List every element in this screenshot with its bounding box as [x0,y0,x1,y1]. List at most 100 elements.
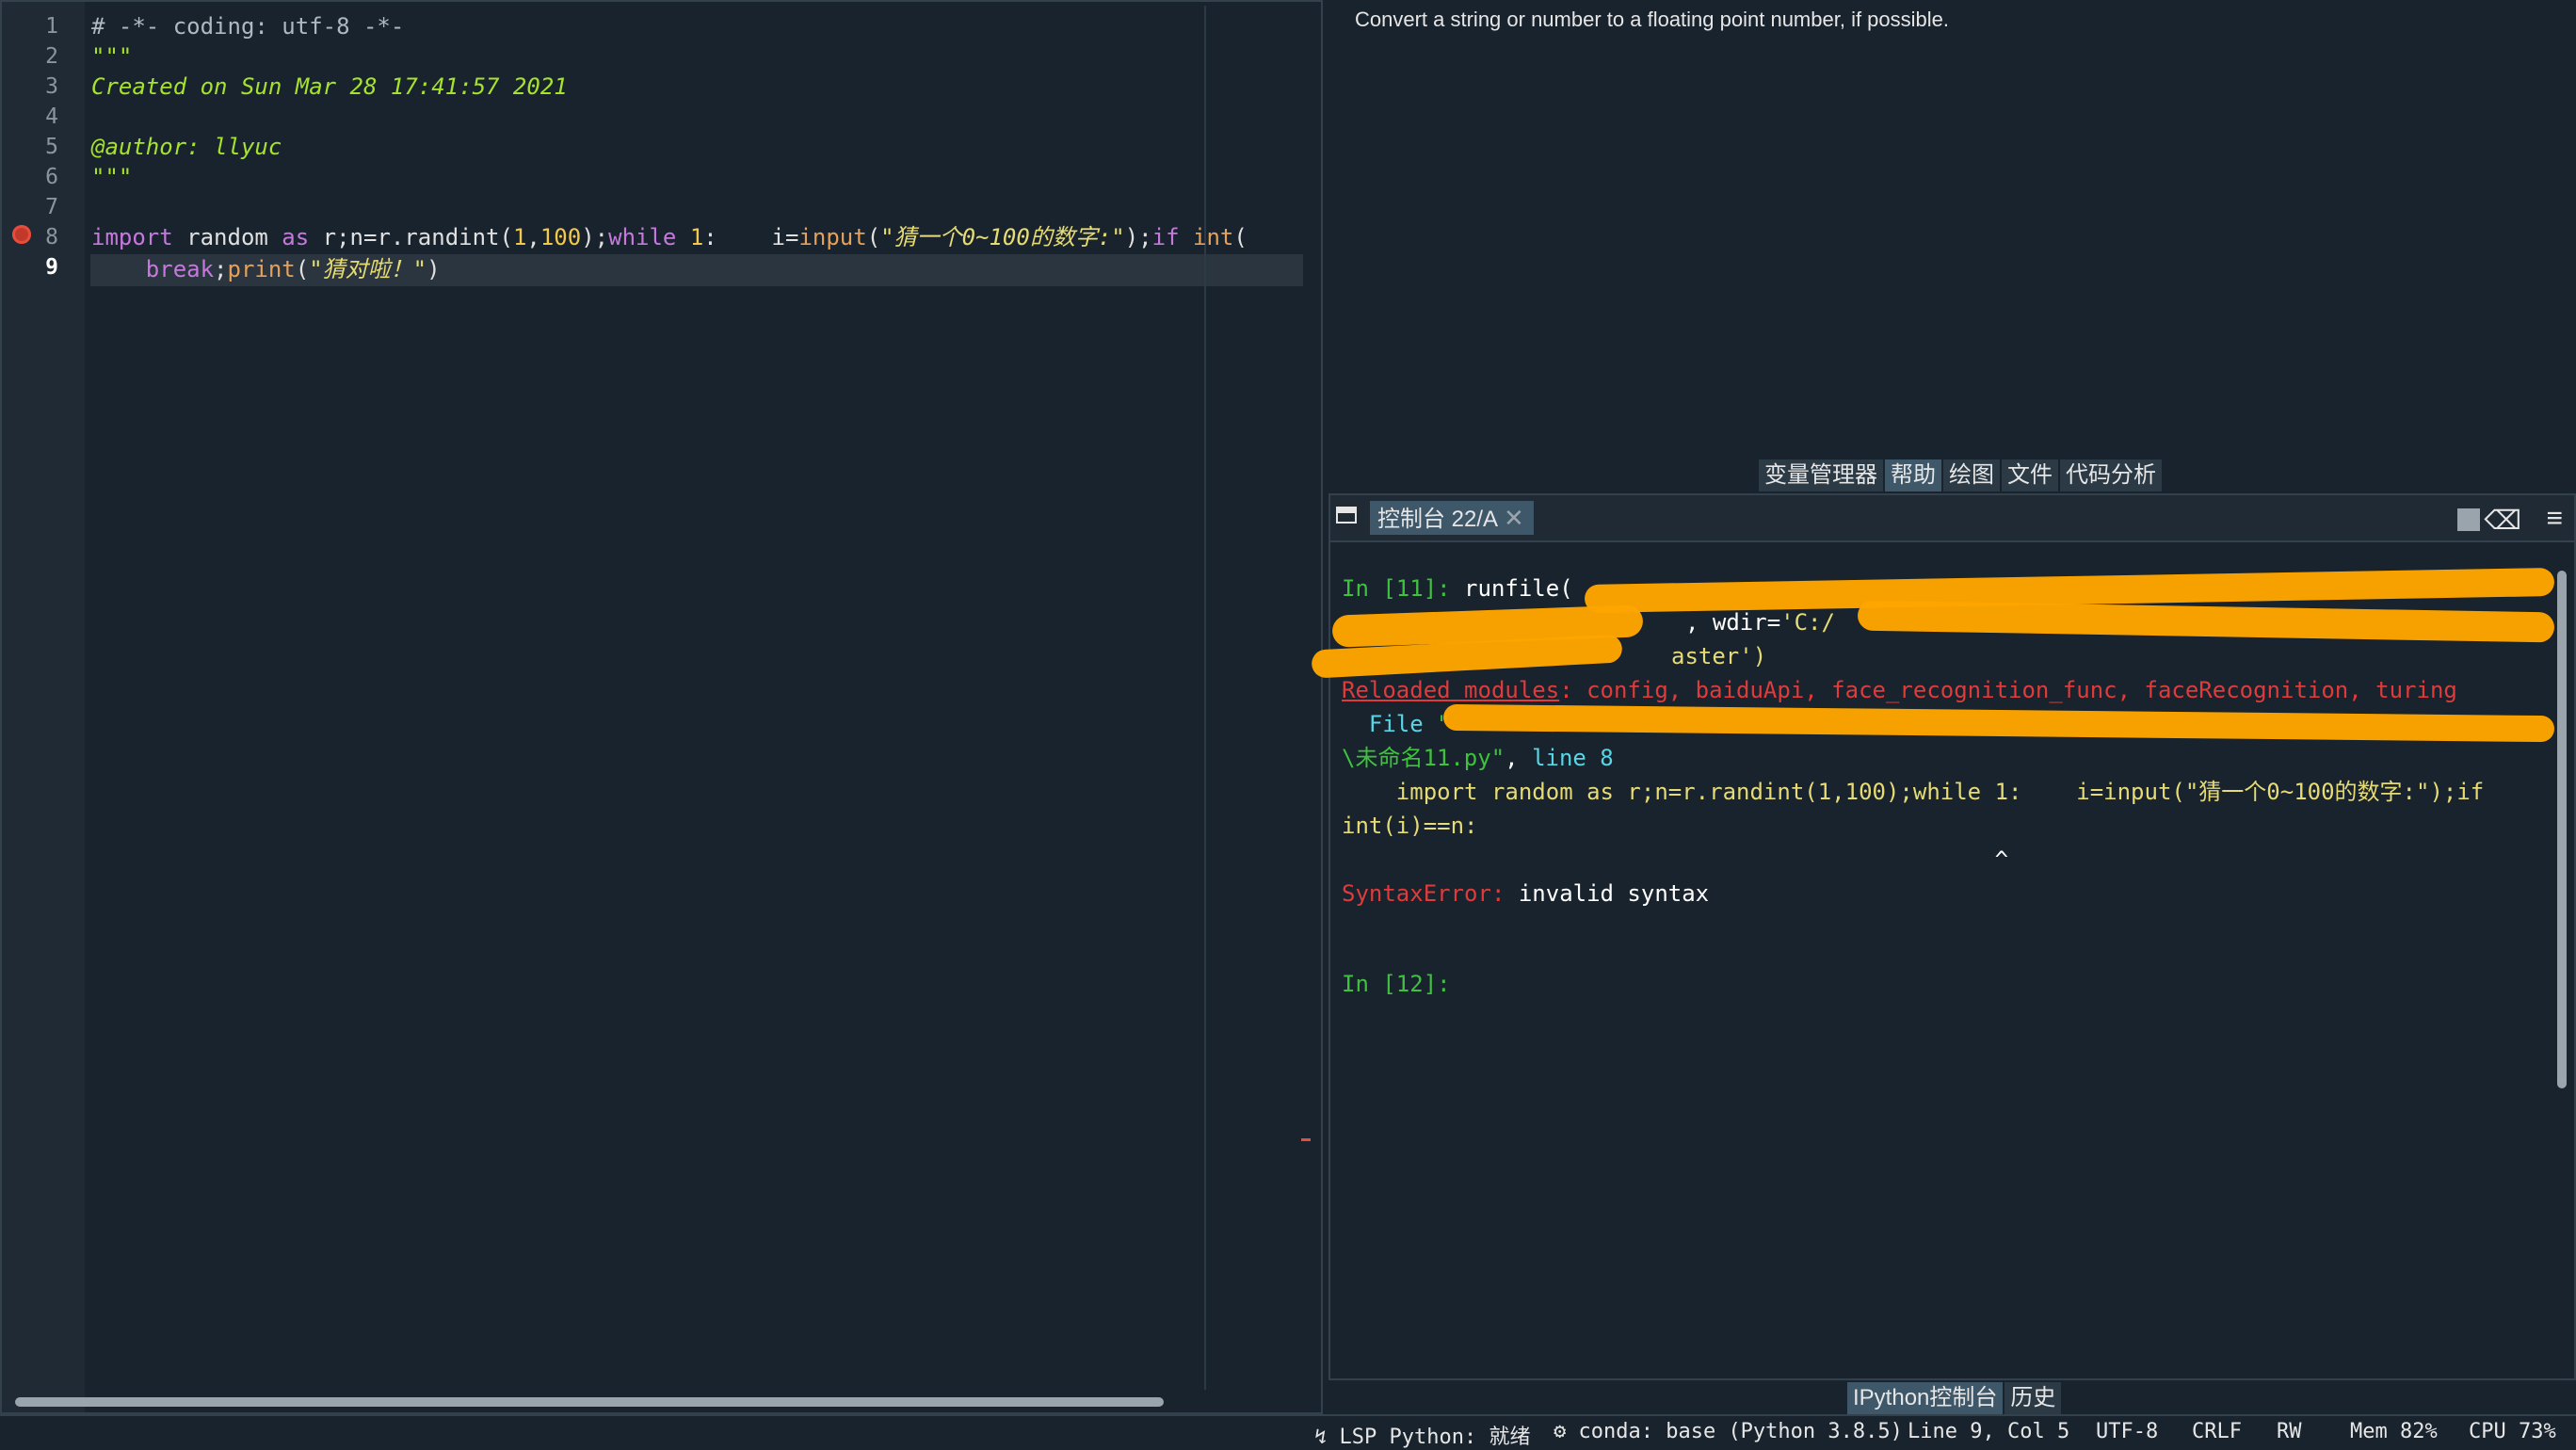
line-number-gutter[interactable]: 1 2 3 4 5 6 7 8 9 [2,2,85,1412]
edge-line [1204,6,1206,1390]
console-line: Reloaded modules: config, baiduApi, face… [1342,674,2457,706]
console-text: \未命名11.py" [1342,745,1505,771]
console-text: line 8 [1532,745,1614,771]
lsp-icon: ↯ [1314,1426,1340,1449]
stop-icon[interactable] [2457,508,2480,531]
line-number: 7 [45,195,58,219]
console-error-text: SyntaxError: [1342,880,1505,907]
token: 100 [539,224,582,250]
console-prompt: In [12]: [1342,971,1451,997]
console-text: 'C:/ [1780,609,1835,636]
console-prompt: In [11]: [1342,575,1465,602]
tab-code-analysis[interactable]: 代码分析 [2060,459,2162,491]
status-bar: ↯ LSP Python: 就绪 ⚙ conda: base (Python 3… [0,1414,2576,1450]
token: r;n=r.randint( [309,224,513,250]
token: ( [1233,224,1248,250]
new-window-icon[interactable] [1336,507,1357,524]
help-pane: Convert a string or number to a floating… [1328,0,2576,467]
console-line: In [12]: [1342,968,1451,1000]
token: "猜对啦！" [309,256,427,282]
console-tab-bar: 控制台 22/A ✕ ⌫ ≡ [1330,495,2574,542]
help-content: Convert a string or number to a floating… [1355,8,1950,31]
token: ); [1124,224,1152,250]
tab-variable-explorer[interactable]: 变量管理器 [1759,459,1883,491]
token: ); [581,224,609,250]
token: while [608,224,677,250]
console-text: , wdir= [1685,609,1781,636]
status-lsp-text: LSP Python: 就绪 [1339,1426,1531,1449]
token: , [526,224,540,250]
tab-history[interactable]: 历史 [2004,1382,2062,1414]
console-error-text: Reloaded modules [1342,677,1560,703]
token: : i= [703,224,799,250]
token: "猜一个0~100的数字:" [880,224,1125,250]
token: input [798,224,867,250]
vertical-scrollbar[interactable] [2557,571,2567,1088]
line-number: 3 [45,74,58,99]
token: random [172,224,282,250]
status-rw: RW [2277,1420,2302,1443]
line-number: 1 [45,14,58,39]
console-line: \未命名11.py", line 8 [1342,742,1614,774]
ipython-console[interactable]: 控制台 22/A ✕ ⌫ ≡ In [11]: runfile( , wdir='… [1311,493,2576,1380]
conda-icon: ⚙ [1554,1420,1579,1443]
status-encoding: UTF-8 [2096,1420,2159,1443]
redaction-scribble [1857,600,2555,643]
redaction-scribble [1442,703,2555,743]
token: as [282,224,310,250]
token: ( [866,224,881,250]
code-line-9: break;print("猜对啦！") [91,254,441,284]
error-marker [1301,1138,1311,1141]
status-eol: CRLF [2192,1420,2242,1443]
console-line: File " [1342,708,1451,740]
tab-help[interactable]: 帮助 [1885,459,1941,491]
pane-tabs: 变量管理器 帮助 绘图 文件 代码分析 [1759,459,2164,491]
tab-files[interactable]: 文件 [2002,459,2058,491]
console-text: invalid syntax [1505,880,1710,907]
status-conda: ⚙ conda: base (Python 3.8.5) [1554,1420,1903,1443]
console-line: In [11]: runfile( [1342,572,1573,604]
console-line: ^ [1342,846,2009,873]
breakpoint-icon[interactable] [12,225,31,244]
token: import [91,224,173,250]
console-text: , [1505,745,1533,771]
console-tab[interactable]: 控制台 22/A ✕ [1370,501,1534,535]
tab-plots[interactable]: 绘图 [1943,459,2000,491]
console-line: int(i)==n: [1342,813,1478,839]
code-line-1: # -*- coding: utf-8 -*- [91,13,405,40]
eraser-icon[interactable]: ⌫ [2484,505,2521,536]
line-number: 6 [45,165,58,189]
line-number-current: 9 [45,255,58,280]
console-text: aster') [1671,643,1767,669]
line-number: 4 [45,105,58,129]
close-icon[interactable]: ✕ [1504,501,1524,535]
status-memory: Mem 82% [2350,1420,2438,1443]
status-conda-text: conda: base (Python 3.8.5) [1578,1420,1903,1443]
code-line-2: """ [91,43,133,70]
code-line-5: @author: llyuc [91,134,282,160]
console-error-text: : config, baiduApi, face_recognition_fun… [1559,677,2457,703]
console-line: import random as r;n=r.randint(1,100);wh… [1342,779,2485,805]
console-line: SyntaxError: invalid syntax [1342,878,1709,910]
token: print [227,256,296,282]
token: ( [295,256,310,282]
line-number: 5 [45,135,58,159]
console-text: runfile( [1464,575,1573,602]
hamburger-menu-icon[interactable]: ≡ [2546,503,2563,535]
token: ) [427,256,441,282]
status-lsp: ↯ LSP Python: 就绪 [1314,1420,1530,1450]
code-line-3: Created on Sun Mar 28 17:41:57 2021 [91,73,568,100]
console-pane-tabs: IPython控制台 历史 [1847,1382,2063,1414]
code-line-6: """ [91,164,133,190]
horizontal-scrollbar-thumb[interactable] [15,1397,1164,1407]
console-tab-label: 控制台 22/A [1377,507,1499,532]
tab-ipython-console[interactable]: IPython控制台 [1847,1382,2004,1414]
code-editor[interactable]: 1 2 3 4 5 6 7 8 9 # -*- coding: utf-8 -*… [0,0,1323,1414]
status-cursor-position: Line 9, Col 5 [1908,1420,2070,1443]
token: break [145,256,215,282]
token: ; [214,256,228,282]
token: 1 [689,224,704,250]
